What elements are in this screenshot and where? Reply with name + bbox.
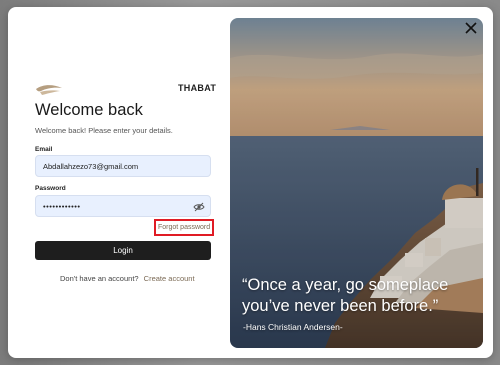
hero-quote: “Once a year, go someplace you’ve never … (242, 276, 449, 315)
password-value: •••••••••••• (43, 201, 81, 211)
signup-row: Don't have an account? Create account (60, 274, 195, 283)
password-label: Password (35, 185, 66, 192)
brand-name: THABAT (178, 83, 217, 93)
email-label: Email (35, 146, 53, 153)
login-modal: THABAT Welcome back Welcome back! Please… (8, 7, 493, 358)
email-value: Abdallahzezo73@gmail.com (43, 161, 139, 171)
login-button[interactable]: Login (35, 241, 211, 260)
close-icon[interactable] (464, 21, 478, 35)
forgot-password-link[interactable]: Forgot password (158, 224, 210, 231)
password-field[interactable]: •••••••••••• (35, 195, 211, 217)
email-field[interactable]: Abdallahzezo73@gmail.com (35, 155, 211, 177)
wing-logo-icon (36, 85, 62, 95)
hero-quote-author: -Hans Christian Andersen- (243, 322, 343, 332)
login-panel: THABAT Welcome back Welcome back! Please… (8, 7, 230, 358)
page-subtitle: Welcome back! Please enter your details. (35, 126, 173, 135)
create-account-link[interactable]: Create account (144, 274, 195, 283)
eye-slash-icon[interactable] (193, 201, 205, 213)
page-title: Welcome back (35, 101, 143, 119)
signup-prompt: Don't have an account? (60, 274, 139, 283)
